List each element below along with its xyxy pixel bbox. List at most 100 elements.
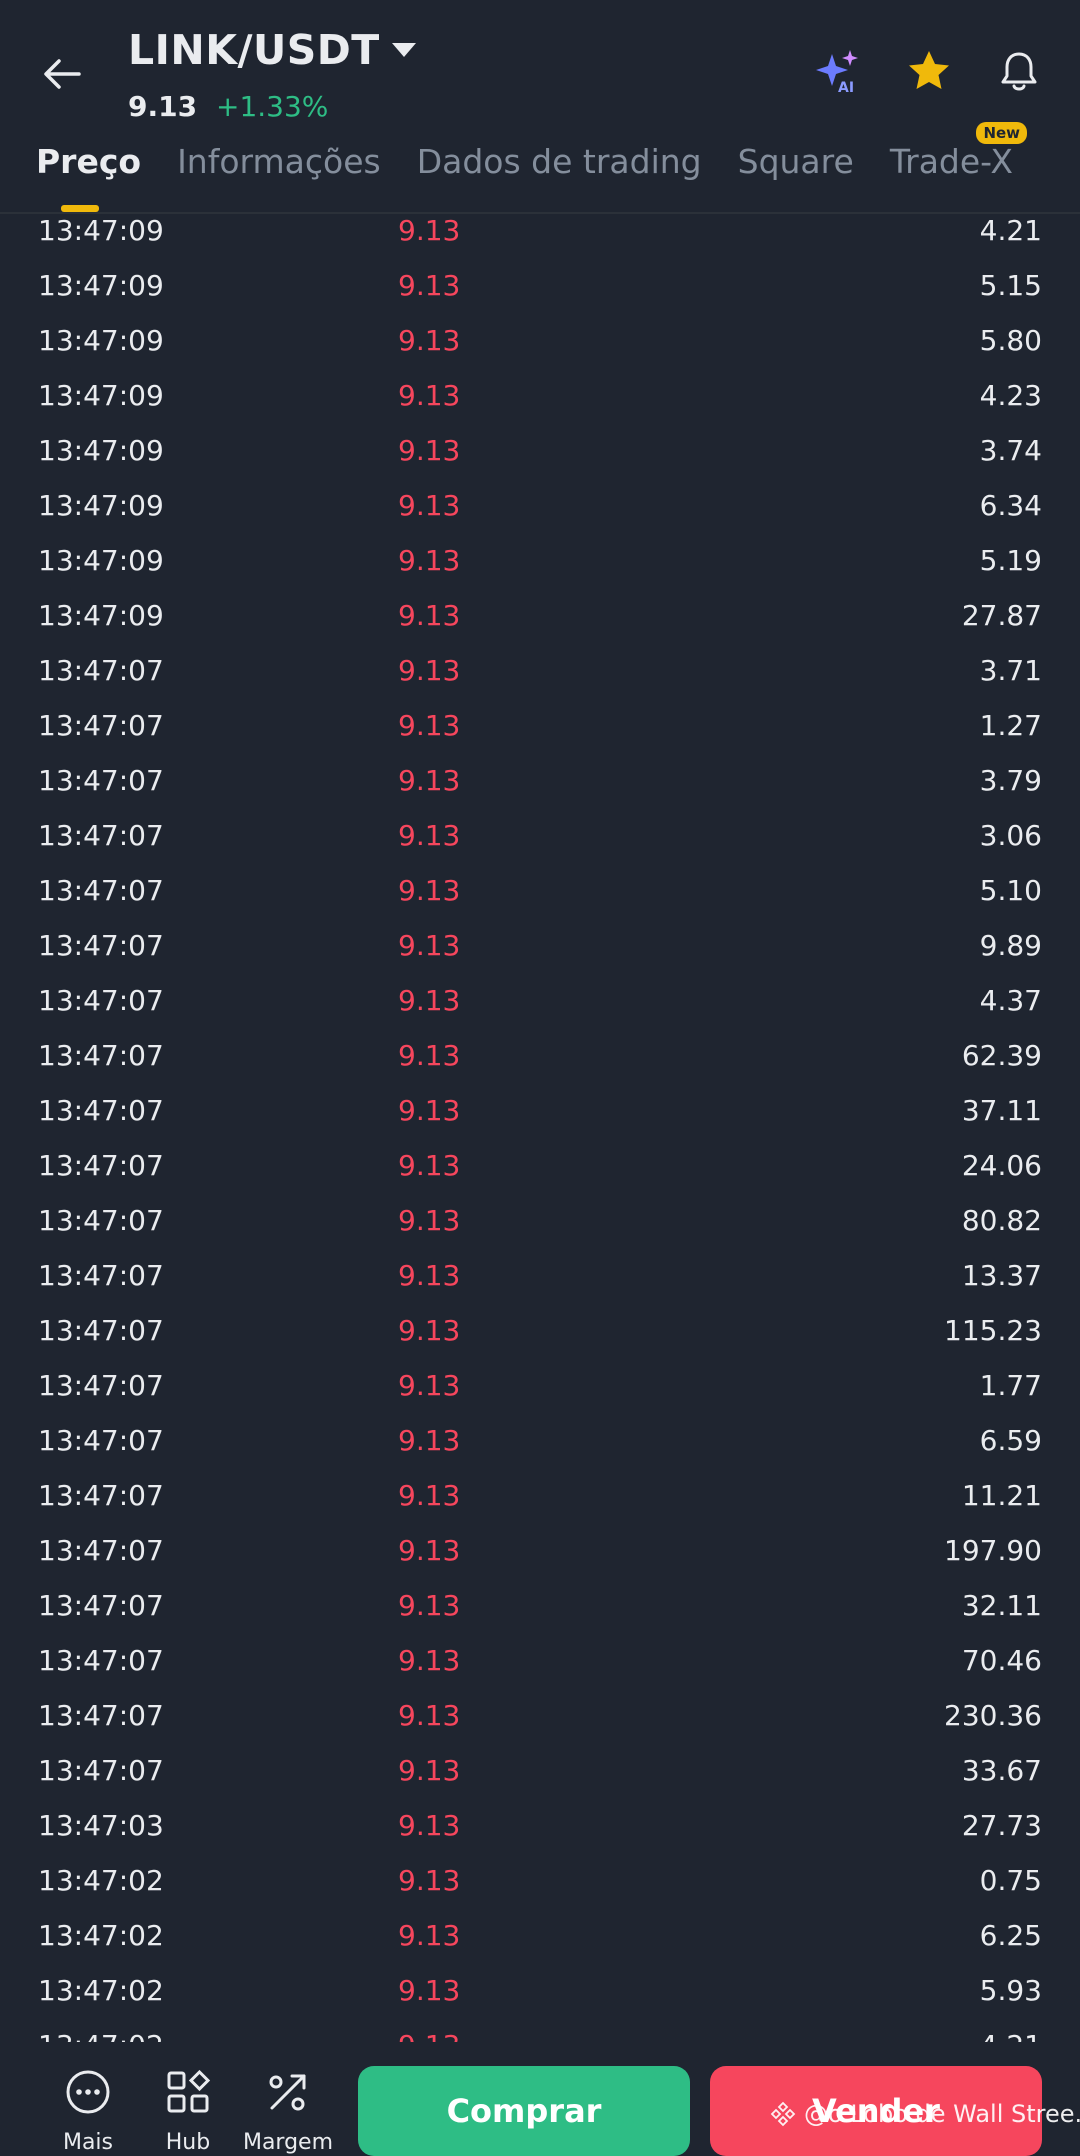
trade-price: 9.13 — [398, 1974, 461, 2007]
trade-time: 13:47:03 — [38, 1809, 164, 1842]
trade-row: 13:47:07 9.13 6.59 — [0, 1414, 1080, 1469]
trade-time: 13:47:07 — [38, 1369, 164, 1402]
trade-row: 13:47:07 9.13 80.82 — [0, 1194, 1080, 1249]
trade-price: 9.13 — [398, 1919, 461, 1952]
trade-row: 13:47:07 9.13 37.11 — [0, 1084, 1080, 1139]
trade-price: 9.13 — [398, 1809, 461, 1842]
trade-time: 13:47:02 — [38, 1864, 164, 1897]
trade-price: 9.13 — [398, 434, 461, 467]
trade-amount: 1.77 — [979, 1369, 1042, 1402]
margin-icon — [269, 2074, 306, 2111]
trade-row: 13:47:07 9.13 32.11 — [0, 1579, 1080, 1634]
favorite-button[interactable] — [904, 46, 954, 96]
nav-hub[interactable]: Hub — [138, 2068, 238, 2155]
header: LINK/USDT 9.13 +1.33% AI Preço Informaçõ… — [0, 0, 1080, 214]
trade-price: 9.13 — [398, 489, 461, 522]
trade-amount: 4.23 — [979, 379, 1042, 412]
trade-amount: 32.11 — [961, 1589, 1042, 1622]
trade-amount: 0.75 — [979, 1864, 1042, 1897]
trade-price: 9.13 — [398, 764, 461, 797]
trade-price: 9.13 — [398, 379, 461, 412]
trade-price: 9.13 — [398, 1864, 461, 1897]
tab-label: Square — [737, 142, 854, 181]
trade-time: 13:47:09 — [38, 324, 164, 357]
trade-price: 9.13 — [398, 1369, 461, 1402]
trade-amount: 197.90 — [944, 1534, 1042, 1567]
trade-row: 13:47:09 9.13 5.15 — [0, 259, 1080, 314]
trade-time: 13:47:07 — [38, 1534, 164, 1567]
trade-amount: 1.27 — [979, 709, 1042, 742]
alert-button[interactable] — [994, 46, 1044, 96]
watermark-text: @o Lobo de Wall Stree... — [804, 2100, 1080, 2128]
hub-grid-icon — [167, 2069, 211, 2113]
trade-amount: 6.34 — [979, 489, 1042, 522]
star-icon — [909, 51, 949, 89]
trade-time: 13:47:09 — [38, 434, 164, 467]
trade-amount: 70.46 — [961, 1644, 1042, 1677]
trade-price: 9.13 — [398, 544, 461, 577]
tab-square[interactable]: Square — [738, 142, 854, 181]
trade-amount: 9.89 — [979, 929, 1042, 962]
trade-price: 9.13 — [398, 1589, 461, 1622]
trade-row: 13:47:09 9.13 27.87 — [0, 589, 1080, 644]
ai-button[interactable]: AI — [814, 46, 864, 96]
trade-amount: 3.06 — [979, 819, 1042, 852]
tab-dados-de-trading[interactable]: Dados de trading — [417, 142, 702, 181]
trade-amount: 33.67 — [961, 1754, 1042, 1787]
trade-price: 9.13 — [398, 709, 461, 742]
trade-price: 9.13 — [398, 1534, 461, 1567]
trade-price: 9.13 — [398, 2029, 460, 2042]
tab-informacoes[interactable]: Informações — [177, 142, 381, 181]
trade-time: 13:47:07 — [38, 1149, 164, 1182]
back-button[interactable] — [36, 48, 88, 100]
trade-row: 13:47:07 9.13 11.21 — [0, 1469, 1080, 1524]
trade-amount: 80.82 — [961, 1204, 1042, 1237]
trade-row: 13:47:07 9.13 115.23 — [0, 1304, 1080, 1359]
trade-price: 9.13 — [398, 654, 461, 687]
trade-row: 13:47:07 9.13 70.46 — [0, 1634, 1080, 1689]
trade-price: 9.13 — [398, 1149, 461, 1182]
trade-time: 13:47:07 — [38, 1754, 164, 1787]
trade-time: 13:47:07 — [38, 1644, 164, 1677]
trade-row: 13:47:07 9.13 197.90 — [0, 1524, 1080, 1579]
trade-amount: 11.21 — [961, 1479, 1042, 1512]
trade-time: 13:47:02 — [38, 1919, 164, 1952]
trade-time: 13:47:07 — [38, 764, 164, 797]
trade-time: 13:47:07 — [38, 984, 164, 1017]
trade-time: 13:47:09 — [38, 269, 164, 302]
trade-amount: 27.73 — [961, 1809, 1042, 1842]
trade-time: 13:47:07 — [38, 1314, 164, 1347]
trade-price: 9.13 — [398, 1039, 461, 1072]
trade-price: 9.13 — [398, 599, 461, 632]
trade-row: 13:47:07 9.13 230.36 — [0, 1689, 1080, 1744]
trade-time: 13:47:07 — [38, 1204, 164, 1237]
trade-time: 13:47:07 — [38, 654, 164, 687]
trade-row: 13:47:07 9.13 1.27 — [0, 699, 1080, 754]
nav-margem[interactable]: Margem — [238, 2068, 338, 2155]
chevron-down-icon — [391, 43, 416, 57]
trade-row: 13:47:02 9.13 0.75 — [0, 1854, 1080, 1909]
trade-price: 9.13 — [398, 269, 461, 302]
pair-selector[interactable]: LINK/USDT — [128, 26, 416, 74]
trade-time: 13:47:07 — [38, 1094, 164, 1127]
trade-price: 9.13 — [398, 1314, 461, 1347]
trade-amount: 6.59 — [979, 1424, 1042, 1457]
trade-amount: 3.71 — [979, 654, 1042, 687]
trade-row: 13:47:07 9.13 3.06 — [0, 809, 1080, 864]
trade-row: 13:47:07 9.13 3.71 — [0, 644, 1080, 699]
trade-row: 13:47:07 9.13 4.37 — [0, 974, 1080, 1029]
trade-time: 13:47:07 — [38, 1259, 164, 1292]
trade-amount: 24.06 — [961, 1149, 1042, 1182]
tab-trade-x[interactable]: Trade-X New — [890, 122, 1028, 181]
trade-row: 13:47:02 9.13 6.25 — [0, 1909, 1080, 1964]
more-circle-icon — [66, 2070, 110, 2114]
svg-text:AI: AI — [838, 80, 854, 96]
trade-time: 13:47:09 — [38, 489, 164, 522]
trade-amount: 5.19 — [979, 544, 1042, 577]
new-badge: New — [976, 122, 1028, 144]
tab-preco[interactable]: Preço — [36, 142, 141, 212]
trade-history-list[interactable]: 13:47:09 9.13 4.21 13:47:09 9.13 5.15 13:47:09… — [0, 204, 1080, 2042]
nav-mais[interactable]: Mais — [38, 2068, 138, 2155]
bell-icon — [1001, 52, 1037, 91]
trade-row: 13:47:09 9.13 6.34 — [0, 479, 1080, 534]
